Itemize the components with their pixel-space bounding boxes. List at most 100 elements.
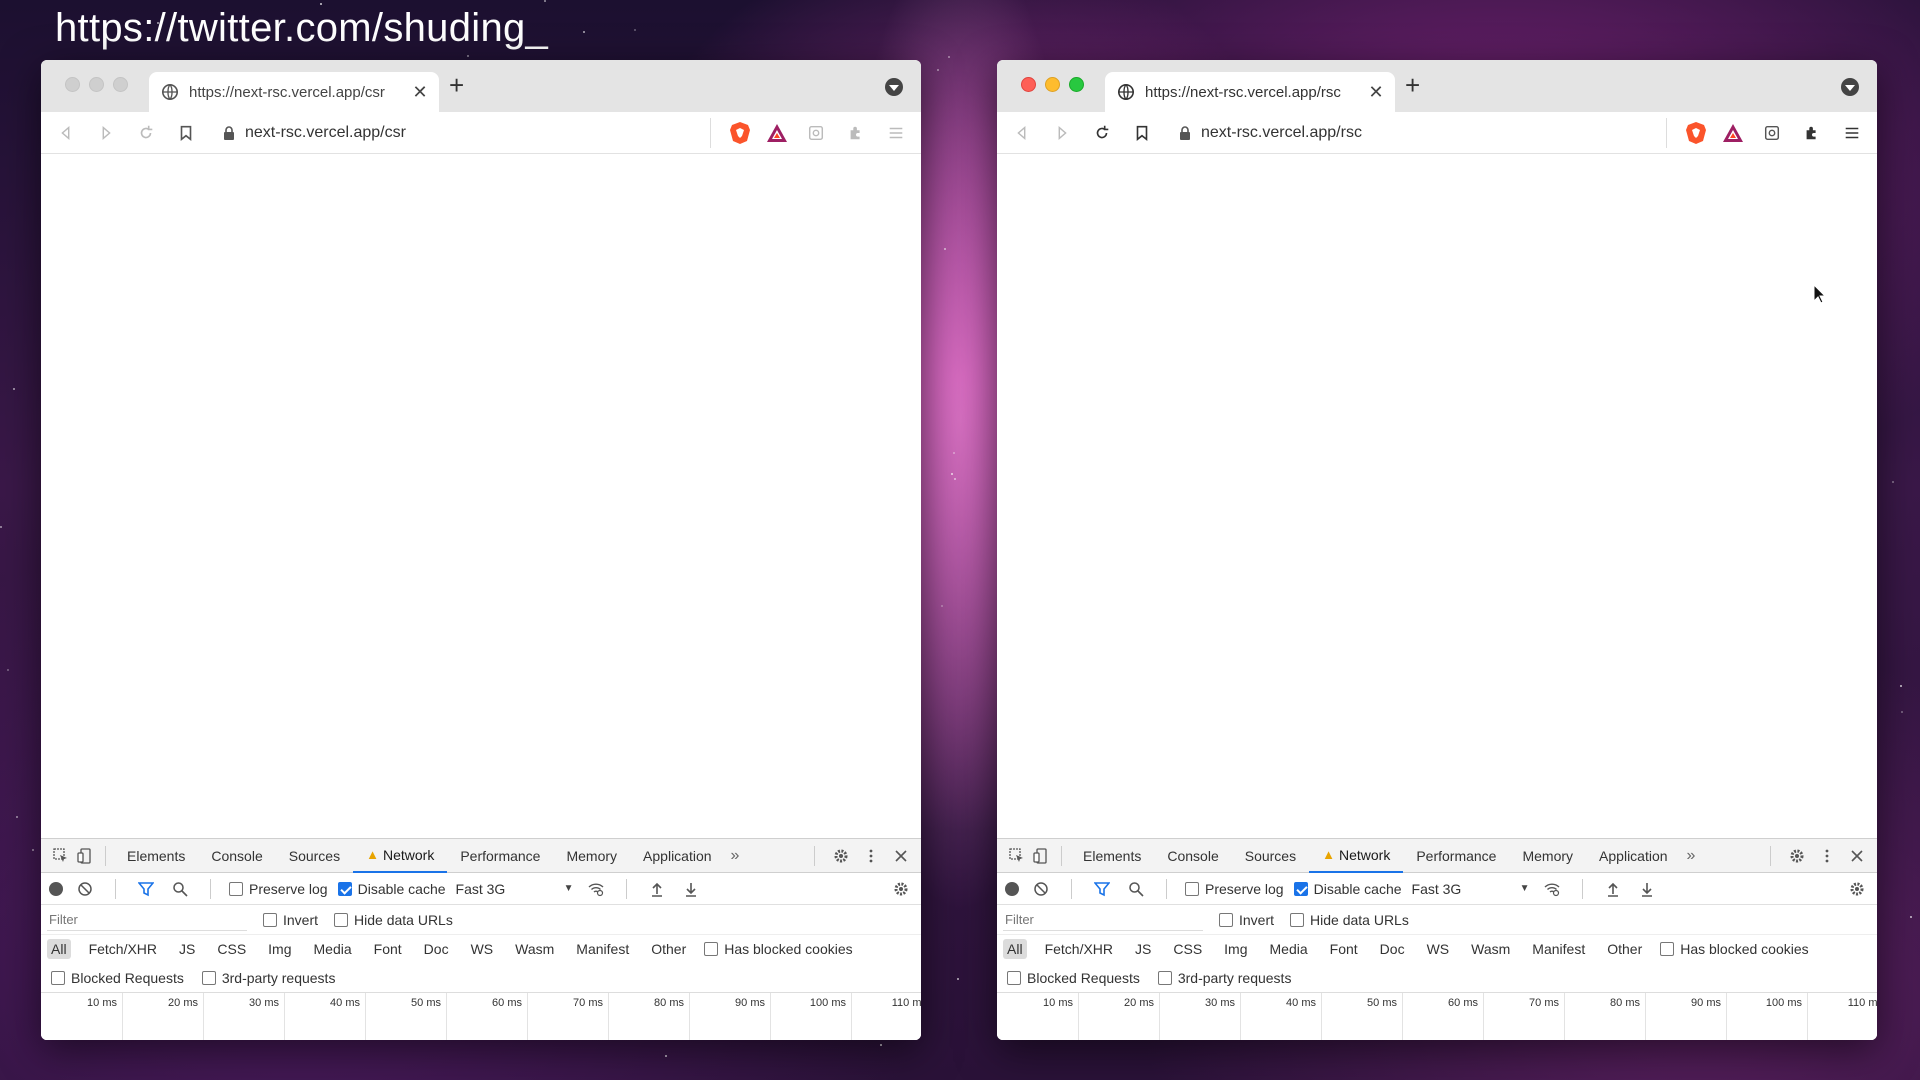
brave-shields-icon[interactable] bbox=[729, 121, 751, 145]
kebab-menu-icon[interactable] bbox=[1815, 844, 1839, 868]
zoom-window-button[interactable] bbox=[1069, 77, 1084, 92]
checkbox[interactable] bbox=[1185, 881, 1199, 896]
brave-shields-icon[interactable] bbox=[1685, 121, 1707, 145]
checkbox[interactable] bbox=[337, 881, 352, 896]
type-filter-ws[interactable]: WS bbox=[467, 939, 498, 959]
browser-tab[interactable]: https://next-rsc.vercel.app/csr ✕ bbox=[149, 72, 439, 112]
inspect-element-icon[interactable] bbox=[1005, 844, 1029, 868]
type-filter-font[interactable]: Font bbox=[1326, 939, 1362, 959]
clear-icon[interactable] bbox=[1029, 877, 1053, 901]
reload-button[interactable] bbox=[1089, 120, 1115, 146]
close-devtools-icon[interactable] bbox=[889, 844, 913, 868]
disable-cache-checkbox[interactable]: Disable cache bbox=[1293, 881, 1402, 897]
checkbox[interactable] bbox=[1660, 942, 1675, 956]
type-filter-js[interactable]: JS bbox=[175, 939, 199, 959]
tab-network[interactable]: ▲ Network bbox=[353, 839, 448, 873]
type-filter-css[interactable]: CSS bbox=[213, 939, 250, 959]
checkbox[interactable] bbox=[229, 881, 243, 896]
extensions-icon[interactable] bbox=[1799, 120, 1825, 146]
type-filter-doc[interactable]: Doc bbox=[420, 939, 453, 959]
inspect-element-icon[interactable] bbox=[49, 844, 73, 868]
invert-checkbox[interactable]: Invert bbox=[1219, 912, 1274, 928]
invert-checkbox[interactable]: Invert bbox=[263, 912, 318, 928]
type-filter-manifest[interactable]: Manifest bbox=[1528, 939, 1589, 959]
type-filter-img[interactable]: Img bbox=[1220, 939, 1251, 959]
network-conditions-icon[interactable] bbox=[1540, 877, 1564, 901]
clear-icon[interactable] bbox=[73, 877, 97, 901]
blocked-requests-checkbox[interactable]: Blocked Requests bbox=[51, 970, 184, 986]
search-icon[interactable] bbox=[168, 877, 192, 901]
zoom-window-button[interactable] bbox=[113, 77, 128, 92]
new-tab-button[interactable]: + bbox=[1405, 72, 1420, 98]
checkbox[interactable] bbox=[1157, 970, 1172, 985]
filter-funnel-icon[interactable] bbox=[134, 877, 158, 901]
import-har-icon[interactable] bbox=[645, 877, 669, 901]
brave-rewards-icon[interactable] bbox=[1721, 122, 1745, 144]
tab-memory[interactable]: Memory bbox=[553, 839, 630, 873]
type-filter-css[interactable]: CSS bbox=[1169, 939, 1206, 959]
tab-performance[interactable]: Performance bbox=[1403, 839, 1509, 873]
tab-network[interactable]: ▲ Network bbox=[1309, 839, 1404, 873]
type-filter-all[interactable]: All bbox=[47, 939, 71, 959]
network-settings-icon[interactable] bbox=[1845, 877, 1869, 901]
bookmark-icon[interactable] bbox=[1129, 120, 1155, 146]
export-har-icon[interactable] bbox=[1635, 877, 1659, 901]
minimize-window-button[interactable] bbox=[1045, 77, 1060, 92]
page-viewport[interactable] bbox=[997, 154, 1877, 838]
close-window-button[interactable] bbox=[1021, 77, 1036, 92]
back-button[interactable] bbox=[53, 120, 79, 146]
address-bar[interactable]: next-rsc.vercel.app/csr bbox=[213, 117, 711, 148]
hide-data-urls-checkbox[interactable]: Hide data URLs bbox=[334, 912, 453, 928]
tab-close-icon[interactable]: ✕ bbox=[411, 83, 429, 101]
extensions-icon[interactable] bbox=[843, 120, 869, 146]
forward-button[interactable] bbox=[1049, 120, 1075, 146]
has-blocked-cookies-checkbox[interactable]: Has blocked cookies bbox=[704, 941, 853, 957]
close-window-button[interactable] bbox=[65, 77, 80, 92]
page-viewport[interactable] bbox=[41, 154, 921, 838]
type-filter-other[interactable]: Other bbox=[647, 939, 690, 959]
import-har-icon[interactable] bbox=[1601, 877, 1625, 901]
menu-icon[interactable] bbox=[1839, 120, 1865, 146]
tab-application[interactable]: Application bbox=[630, 839, 725, 873]
throttle-select[interactable]: Fast 3G ▼ bbox=[456, 881, 574, 897]
type-filter-js[interactable]: JS bbox=[1131, 939, 1155, 959]
hide-data-urls-checkbox[interactable]: Hide data URLs bbox=[1290, 912, 1409, 928]
address-bar[interactable]: next-rsc.vercel.app/rsc bbox=[1169, 117, 1667, 148]
more-tabs-button[interactable]: » bbox=[725, 847, 746, 865]
tab-search-icon[interactable] bbox=[885, 78, 903, 96]
screenshot-icon[interactable] bbox=[803, 120, 829, 146]
type-filter-fetch-xhr[interactable]: Fetch/XHR bbox=[1041, 939, 1117, 959]
settings-gear-icon[interactable] bbox=[1785, 844, 1809, 868]
type-filter-wasm[interactable]: Wasm bbox=[511, 939, 558, 959]
filter-funnel-icon[interactable] bbox=[1090, 877, 1114, 901]
type-filter-media[interactable]: Media bbox=[1266, 939, 1312, 959]
checkbox[interactable] bbox=[51, 970, 65, 985]
settings-gear-icon[interactable] bbox=[829, 844, 853, 868]
checkbox[interactable] bbox=[334, 912, 349, 927]
tab-sources[interactable]: Sources bbox=[1232, 839, 1309, 873]
preserve-log-checkbox[interactable]: Preserve log bbox=[1185, 881, 1284, 897]
checkbox[interactable] bbox=[1290, 912, 1305, 927]
type-filter-doc[interactable]: Doc bbox=[1376, 939, 1409, 959]
tab-console[interactable]: Console bbox=[198, 839, 275, 873]
device-toolbar-icon[interactable] bbox=[73, 844, 97, 868]
type-filter-img[interactable]: Img bbox=[264, 939, 295, 959]
tab-console[interactable]: Console bbox=[1154, 839, 1231, 873]
browser-tab[interactable]: https://next-rsc.vercel.app/rsc ✕ bbox=[1105, 72, 1395, 112]
minimize-window-button[interactable] bbox=[89, 77, 104, 92]
tab-elements[interactable]: Elements bbox=[114, 839, 198, 873]
blocked-requests-checkbox[interactable]: Blocked Requests bbox=[1007, 970, 1140, 986]
type-filter-font[interactable]: Font bbox=[370, 939, 406, 959]
type-filter-ws[interactable]: WS bbox=[1423, 939, 1454, 959]
tab-elements[interactable]: Elements bbox=[1070, 839, 1154, 873]
network-timeline-overview[interactable]: 10 ms 20 ms 30 ms 40 ms 50 ms 60 ms 70 ms 80 ms… bbox=[41, 993, 921, 1040]
menu-icon[interactable] bbox=[883, 120, 909, 146]
record-button[interactable] bbox=[49, 881, 63, 896]
back-button[interactable] bbox=[1009, 120, 1035, 146]
network-settings-icon[interactable] bbox=[889, 877, 913, 901]
type-filter-media[interactable]: Media bbox=[310, 939, 356, 959]
type-filter-fetch-xhr[interactable]: Fetch/XHR bbox=[85, 939, 161, 959]
tab-memory[interactable]: Memory bbox=[1509, 839, 1586, 873]
tab-application[interactable]: Application bbox=[1586, 839, 1681, 873]
has-blocked-cookies-checkbox[interactable]: Has blocked cookies bbox=[1660, 941, 1809, 957]
